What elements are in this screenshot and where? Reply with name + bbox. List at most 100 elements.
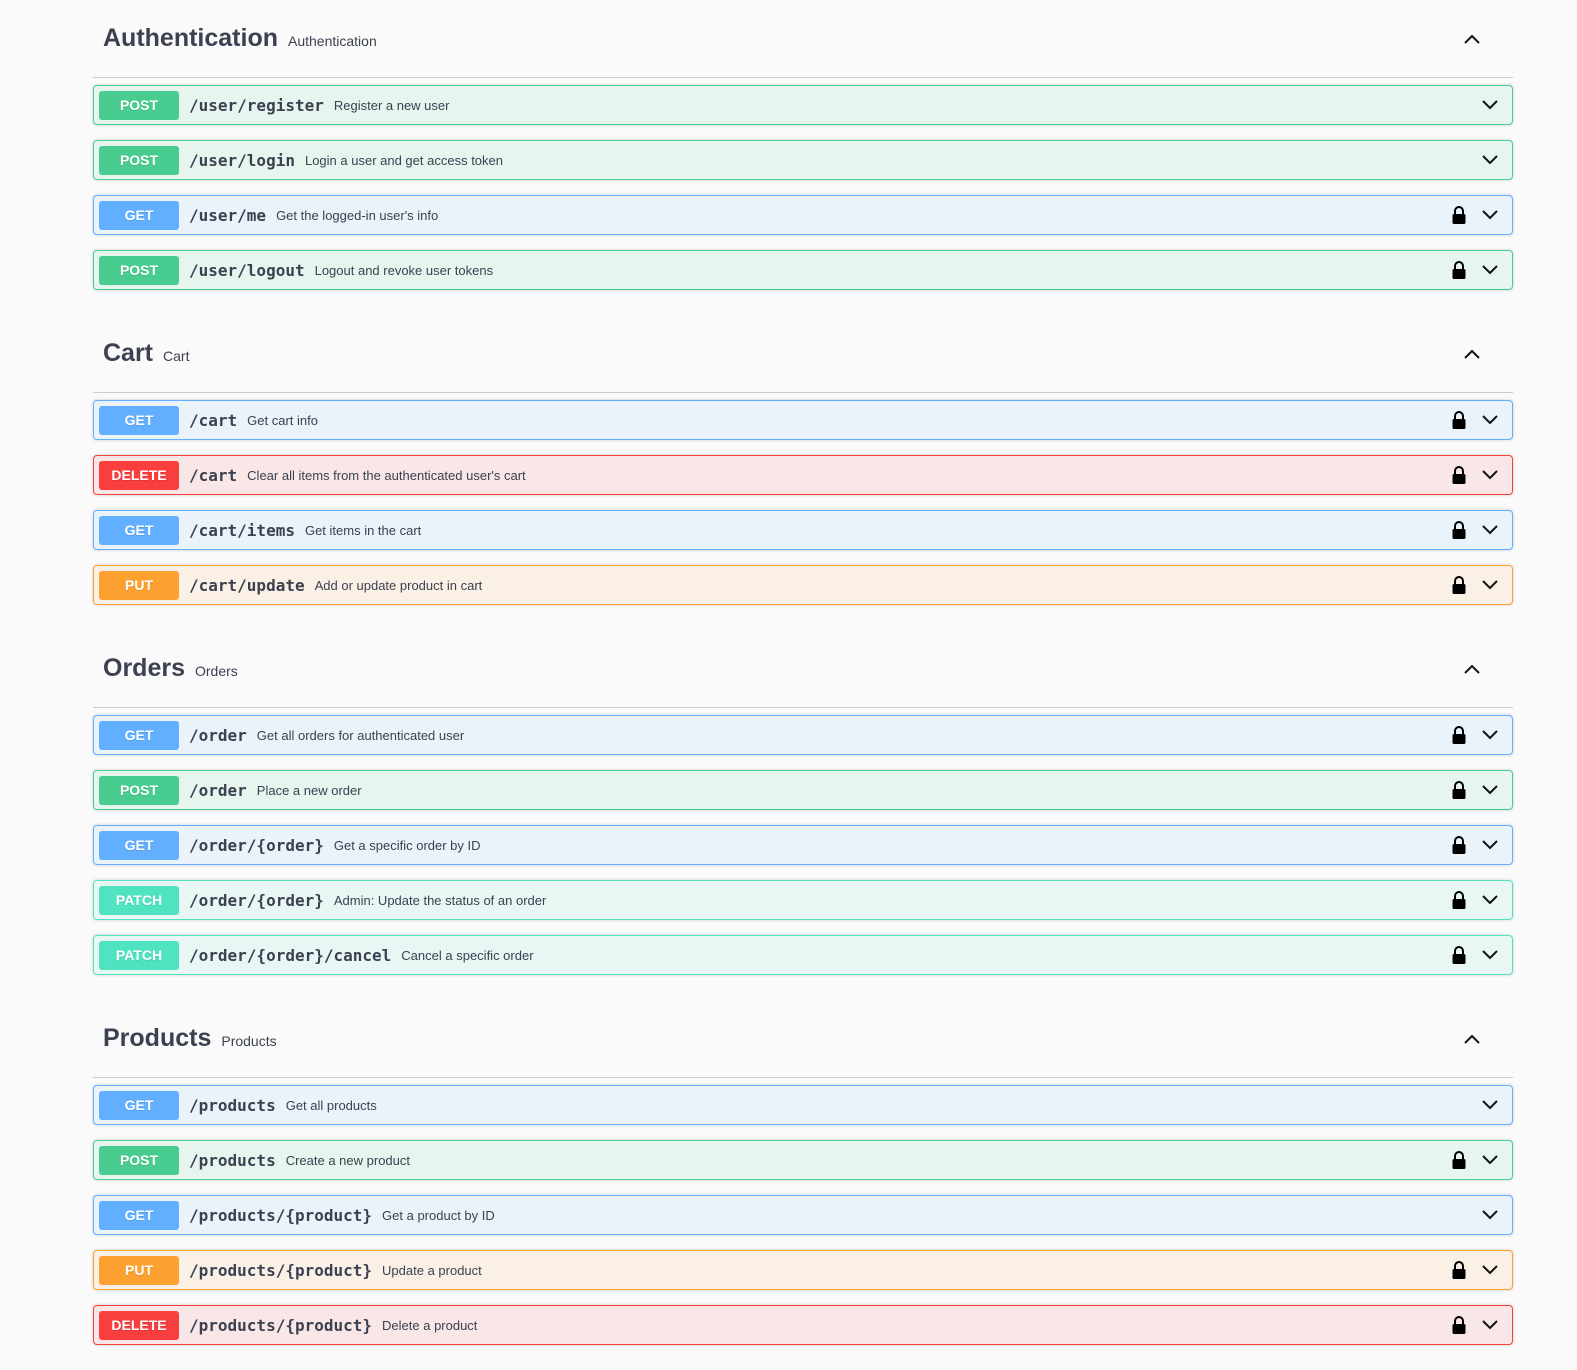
lock-icon[interactable] <box>1449 1259 1469 1281</box>
lock-icon[interactable] <box>1449 519 1469 541</box>
operation-path: /products/{product} <box>189 1205 373 1225</box>
chevron-down-icon[interactable] <box>1475 775 1505 805</box>
chevron-down-icon[interactable] <box>1475 1310 1505 1340</box>
tag-header[interactable]: Authentication Authentication <box>93 0 1513 78</box>
chevron-down-icon[interactable] <box>1475 255 1505 285</box>
operation-path: /order <box>189 725 247 745</box>
operation-summary: Create a new product <box>285 1152 410 1168</box>
chevron-down-icon[interactable] <box>1475 1200 1505 1230</box>
lock-icon[interactable] <box>1449 1314 1469 1336</box>
operation-get-cart-items[interactable]: GET /cart/items Get items in the cart <box>93 510 1513 550</box>
lock-icon[interactable] <box>1449 204 1469 226</box>
tag-title: Cart <box>103 339 154 367</box>
operation-patch-order-order[interactable]: PATCH /order/{order} Admin: Update the s… <box>93 880 1513 920</box>
chevron-down-icon[interactable] <box>1475 570 1505 600</box>
http-method-badge: POST <box>99 1145 179 1175</box>
operations-list: GET /products Get all products POST /pro… <box>93 1085 1513 1345</box>
operation-summary: Clear all items from the authenticated u… <box>247 467 526 483</box>
chevron-down-icon[interactable] <box>1475 885 1505 915</box>
operation-path: /user/login <box>189 150 295 170</box>
operation-put-products-product[interactable]: PUT /products/{product} Update a product <box>93 1250 1513 1290</box>
http-method-badge: POST <box>99 255 179 285</box>
operation-summary: Cancel a specific order <box>401 947 534 963</box>
lock-icon[interactable] <box>1449 1149 1469 1171</box>
operation-path: /products <box>189 1095 276 1115</box>
tag-description: Cart <box>163 347 190 364</box>
operation-summary: Register a new user <box>333 97 450 113</box>
lock-icon[interactable] <box>1449 409 1469 431</box>
chevron-up-icon[interactable] <box>1457 339 1487 369</box>
operation-path: /user/register <box>189 95 324 115</box>
http-method-badge: PATCH <box>99 940 179 970</box>
operation-path: /cart <box>189 410 238 430</box>
operations-list: GET /order Get all orders for authentica… <box>93 715 1513 975</box>
tag-title: Authentication <box>103 24 278 52</box>
operation-post-products[interactable]: POST /products Create a new product <box>93 1140 1513 1180</box>
operation-post-user-register[interactable]: POST /user/register Register a new user <box>93 85 1513 125</box>
operation-path: /order/{order} <box>189 890 324 910</box>
lock-icon[interactable] <box>1449 944 1469 966</box>
operation-path: /products/{product} <box>189 1315 373 1335</box>
tag-header[interactable]: Cart Cart <box>93 315 1513 393</box>
tag-header[interactable]: Orders Orders <box>93 630 1513 708</box>
operation-path: /products <box>189 1150 276 1170</box>
operation-path: /cart/items <box>189 520 295 540</box>
chevron-down-icon[interactable] <box>1475 515 1505 545</box>
lock-icon[interactable] <box>1449 834 1469 856</box>
chevron-down-icon[interactable] <box>1475 830 1505 860</box>
lock-icon[interactable] <box>1449 259 1469 281</box>
chevron-down-icon[interactable] <box>1475 720 1505 750</box>
operation-get-cart[interactable]: GET /cart Get cart info <box>93 400 1513 440</box>
operation-patch-order-order-cancel[interactable]: PATCH /order/{order}/cancel Cancel a spe… <box>93 935 1513 975</box>
operation-get-order-order[interactable]: GET /order/{order} Get a specific order … <box>93 825 1513 865</box>
chevron-down-icon[interactable] <box>1475 405 1505 435</box>
http-method-badge: GET <box>99 1090 179 1120</box>
operation-delete-cart[interactable]: DELETE /cart Clear all items from the au… <box>93 455 1513 495</box>
http-method-badge: DELETE <box>99 1310 179 1340</box>
operation-delete-products-product[interactable]: DELETE /products/{product} Delete a prod… <box>93 1305 1513 1345</box>
operation-get-products[interactable]: GET /products Get all products <box>93 1085 1513 1125</box>
operation-post-user-logout[interactable]: POST /user/logout Logout and revoke user… <box>93 250 1513 290</box>
lock-icon[interactable] <box>1449 574 1469 596</box>
http-method-badge: GET <box>99 1200 179 1230</box>
lock-icon[interactable] <box>1449 889 1469 911</box>
chevron-down-icon[interactable] <box>1475 1255 1505 1285</box>
chevron-up-icon[interactable] <box>1457 1024 1487 1054</box>
chevron-down-icon[interactable] <box>1475 1090 1505 1120</box>
operation-summary: Get the logged-in user's info <box>276 207 439 223</box>
chevron-down-icon[interactable] <box>1475 460 1505 490</box>
chevron-down-icon[interactable] <box>1475 90 1505 120</box>
lock-icon[interactable] <box>1449 724 1469 746</box>
operations-list: POST /user/register Register a new user … <box>93 85 1513 290</box>
chevron-down-icon[interactable] <box>1475 1145 1505 1175</box>
operation-post-user-login[interactable]: POST /user/login Login a user and get ac… <box>93 140 1513 180</box>
chevron-down-icon[interactable] <box>1475 200 1505 230</box>
chevron-up-icon[interactable] <box>1457 654 1487 684</box>
http-method-badge: GET <box>99 405 179 435</box>
operation-path: /order/{order}/cancel <box>189 945 392 965</box>
operation-summary: Get a specific order by ID <box>333 837 481 853</box>
operation-summary: Add or update product in cart <box>314 577 483 593</box>
operation-path: /products/{product} <box>189 1260 373 1280</box>
operation-get-user-me[interactable]: GET /user/me Get the logged-in user's in… <box>93 195 1513 235</box>
operation-get-order[interactable]: GET /order Get all orders for authentica… <box>93 715 1513 755</box>
chevron-down-icon[interactable] <box>1475 145 1505 175</box>
operation-summary: Delete a product <box>382 1317 478 1333</box>
tag-description: Products <box>221 1032 277 1049</box>
operation-path: /cart <box>189 465 238 485</box>
chevron-down-icon[interactable] <box>1475 940 1505 970</box>
operation-summary: Admin: Update the status of an order <box>333 892 547 908</box>
http-method-badge: PATCH <box>99 885 179 915</box>
operation-put-cart-update[interactable]: PUT /cart/update Add or update product i… <box>93 565 1513 605</box>
lock-icon[interactable] <box>1449 779 1469 801</box>
operation-post-order[interactable]: POST /order Place a new order <box>93 770 1513 810</box>
chevron-up-icon[interactable] <box>1457 24 1487 54</box>
tag-header[interactable]: Products Products <box>93 1000 1513 1078</box>
operation-summary: Login a user and get access token <box>304 152 503 168</box>
operation-get-products-product[interactable]: GET /products/{product} Get a product by… <box>93 1195 1513 1235</box>
http-method-badge: PUT <box>99 570 179 600</box>
lock-icon[interactable] <box>1449 464 1469 486</box>
